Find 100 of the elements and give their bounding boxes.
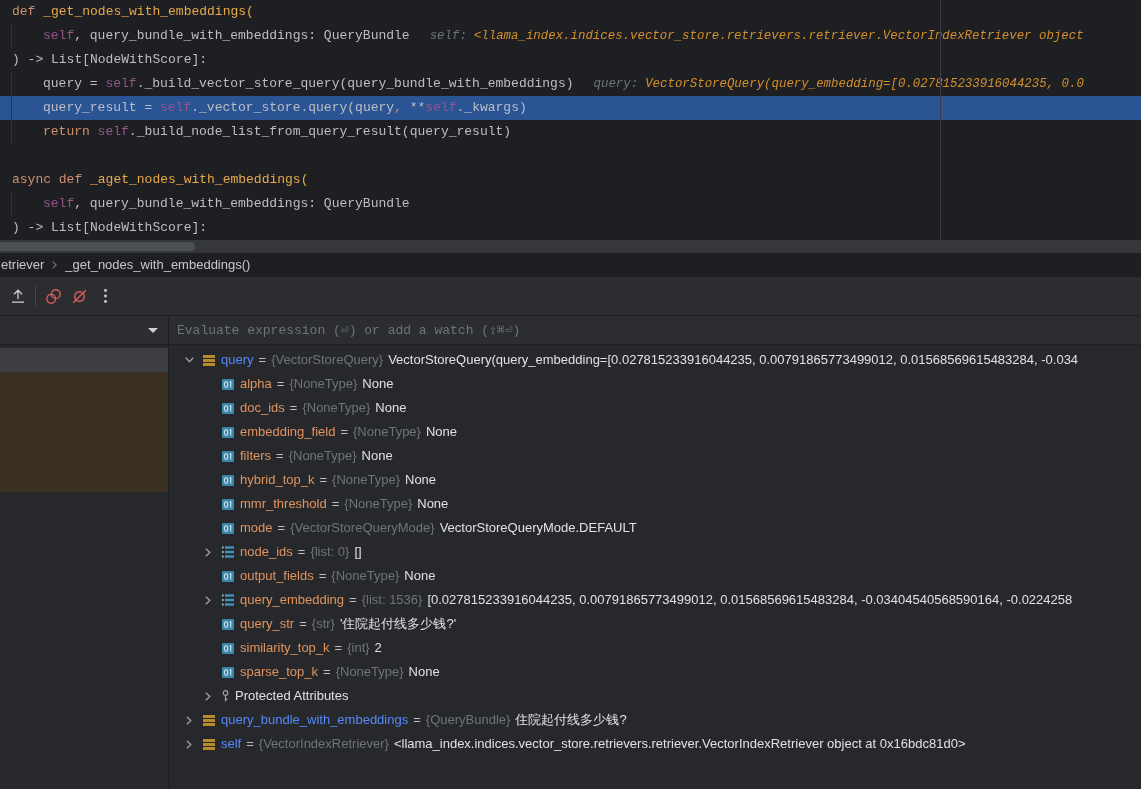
variable-value: None	[417, 496, 449, 512]
variable-type: {NoneType}	[335, 664, 404, 680]
field-icon	[222, 378, 234, 390]
field-icon	[222, 642, 234, 654]
variable-name[interactable]: doc_ids	[240, 400, 285, 416]
variable-type: {NoneType}	[353, 424, 421, 440]
field-icon	[222, 618, 234, 630]
chevron-right-icon[interactable]	[186, 739, 192, 749]
variable-type: {QueryBundle}	[425, 712, 511, 728]
code-line: async def _aget_nodes_with_embeddings(	[12, 171, 309, 189]
group-label[interactable]: Protected Attributes	[235, 688, 349, 704]
variable-type: {NoneType}	[289, 376, 358, 392]
stacked-bars-icon	[203, 714, 215, 726]
variable-name[interactable]: output_fields	[240, 568, 314, 584]
breadcrumb-item[interactable]: _get_nodes_with_embeddings()	[65, 257, 251, 273]
code-line: def _get_nodes_with_embeddings(	[12, 3, 254, 21]
scrollbar-thumb[interactable]	[0, 242, 195, 251]
field-icon	[222, 522, 234, 534]
watch-expression-field[interactable]: Evaluate expression (⏎) or add a watch (⇧⌘⏎)	[169, 316, 1141, 345]
variable-name[interactable]: mmr_threshold	[240, 496, 327, 512]
field-icon	[222, 570, 234, 582]
variable-name[interactable]: query_bundle_with_embeddings	[221, 712, 409, 728]
stacked-bars-icon	[203, 738, 215, 750]
variable-name[interactable]: sparse_top_k	[240, 664, 319, 680]
variable-value: <llama_index.indices.vector_store.retrievers.retriever.VectorIndexRetriever object at 0x16bdc81d0>	[393, 736, 966, 752]
variable-value: [0.027815233916044235, 0.00791865773499012, 0.01568569615483284, -0.03404540568590164, -0.0224258	[427, 592, 1073, 608]
equals-sign: =	[299, 616, 307, 632]
variable-name[interactable]: mode	[240, 520, 273, 536]
variable-name[interactable]: self	[221, 736, 242, 752]
variable-name[interactable]: embedding_field	[240, 424, 336, 440]
chevron-right-icon[interactable]	[205, 691, 211, 701]
variable-type: {list: 1536}	[361, 592, 423, 608]
variable-value: None	[404, 568, 436, 584]
variable-type: {VectorIndexRetriever}	[258, 736, 389, 752]
variable-value: None	[362, 376, 394, 392]
field-icon	[222, 474, 234, 486]
more-vertical-icon[interactable]	[103, 289, 107, 303]
variable-value: None	[375, 400, 407, 416]
equals-sign: =	[413, 712, 421, 728]
overlapping-circles-icon[interactable]	[45, 288, 61, 304]
field-icon	[222, 402, 234, 414]
variable-name[interactable]: alpha	[240, 376, 272, 392]
breadcrumb-item[interactable]: etriever	[1, 257, 45, 273]
variable-name[interactable]: node_ids	[240, 544, 293, 560]
variable-type: {NoneType}	[302, 400, 371, 416]
caret-down-icon	[148, 327, 158, 333]
slashed-circle-icon[interactable]	[71, 288, 87, 304]
code-line: self, query_bundle_with_embeddings: QueryBundle	[43, 27, 410, 45]
equals-sign: =	[340, 424, 348, 440]
equals-sign: =	[323, 664, 331, 680]
variable-value: None	[425, 424, 458, 440]
equals-sign: =	[289, 400, 298, 416]
equals-sign: =	[246, 736, 254, 752]
variable-name[interactable]: similarity_top_k	[240, 640, 330, 656]
variable-name[interactable]: query_str	[240, 616, 295, 632]
stacked-bars-icon	[203, 354, 215, 366]
variable-value: None	[361, 448, 393, 464]
variable-value: VectorStoreQueryMode.DEFAULT	[439, 520, 637, 536]
inline-value-hint: query: VectorStoreQuery(query_embedding=[0.027815233916044235, 0.0	[593, 76, 1084, 93]
horizontal-scrollbar[interactable]	[0, 240, 1141, 253]
code-line: ) -> List[NodeWithScore]:	[12, 219, 208, 237]
variable-value: []	[354, 544, 362, 560]
chevron-right-icon[interactable]	[205, 595, 211, 605]
variable-type: {VectorStoreQuery}	[271, 352, 384, 368]
code-line: ) -> List[NodeWithScore]:	[12, 51, 208, 69]
variable-name[interactable]: query_embedding	[240, 592, 345, 608]
code-line: query = self._build_vector_store_query(query_bundle_with_embeddings)	[43, 75, 574, 93]
variable-name[interactable]: filters	[240, 448, 272, 464]
variable-value: None	[408, 664, 440, 680]
equals-sign: =	[319, 472, 328, 488]
code-line: self, query_bundle_with_embeddings: QueryBundle	[43, 195, 410, 213]
variable-type: {NoneType}	[288, 448, 357, 464]
chevron-right-icon[interactable]	[205, 547, 211, 557]
arrow-up-bar-icon[interactable]	[11, 289, 25, 303]
chevron-right-icon[interactable]	[186, 715, 192, 725]
variable-type: {str}	[311, 616, 335, 632]
variable-type: {VectorStoreQueryMode}	[290, 520, 435, 536]
equals-sign: =	[276, 376, 285, 392]
variable-type: {NoneType}	[344, 496, 413, 512]
chevron-down-icon[interactable]	[184, 357, 194, 363]
equals-sign: =	[276, 448, 284, 464]
key-icon	[222, 690, 229, 702]
code-line: return self._build_node_list_from_query_result(query_result)	[43, 123, 512, 141]
variable-value: '住院起付线多少钱?'	[339, 616, 457, 632]
equals-sign: =	[258, 352, 267, 368]
equals-sign: =	[318, 568, 327, 584]
field-icon	[222, 450, 234, 462]
chevron-right-icon	[52, 261, 58, 269]
equals-sign: =	[334, 640, 343, 656]
variable-type: {NoneType}	[332, 472, 400, 488]
equals-sign: =	[349, 592, 357, 608]
field-icon	[222, 666, 234, 678]
variable-name[interactable]: hybrid_top_k	[240, 472, 315, 488]
inline-value-hint: self: <llama_index.indices.vector_store.retrievers.retriever.VectorIndexRetriever object	[429, 28, 1084, 45]
equals-sign: =	[297, 544, 306, 560]
equals-sign: =	[331, 496, 340, 512]
variable-type: {int}	[347, 640, 370, 656]
variable-name[interactable]: query	[221, 352, 254, 368]
variable-value: VectorStoreQuery(query_embedding=[0.027815233916044235, 0.00791865773499012, 0.01568569615483284, -0.034	[388, 352, 1079, 368]
variable-type: {NoneType}	[331, 568, 400, 584]
